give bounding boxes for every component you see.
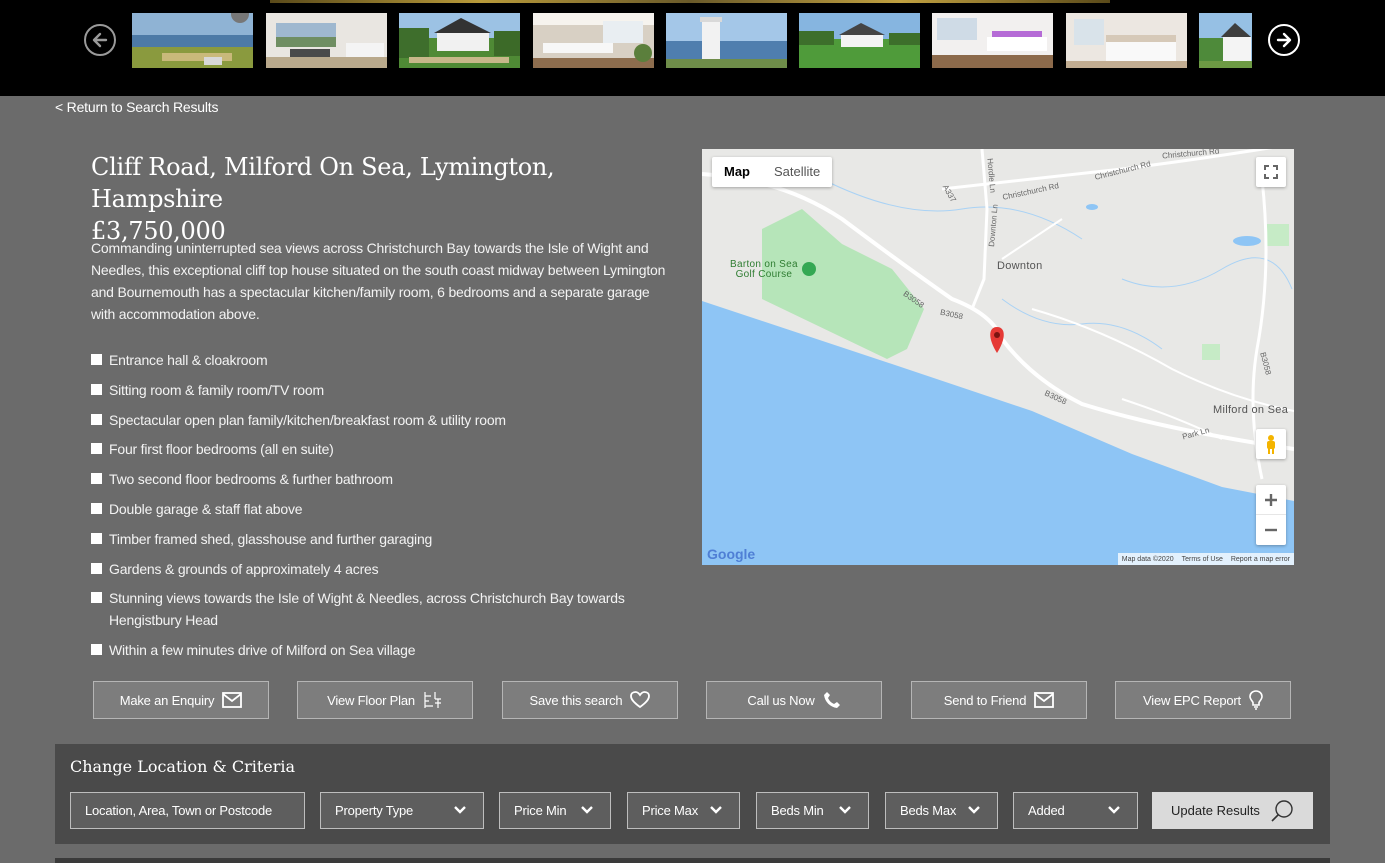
beds-max-select[interactable]: Beds Max <box>885 792 998 829</box>
added-select[interactable]: Added <box>1013 792 1138 829</box>
bullet-square-icon <box>91 383 102 395</box>
zoom-in-button[interactable] <box>1256 485 1286 515</box>
list-item: Stunning views towards the Isle of Wight… <box>91 587 651 631</box>
list-item: Entrance hall & cloakroom <box>91 349 651 371</box>
thumb-kitchen[interactable] <box>533 13 654 68</box>
heart-icon <box>630 691 651 709</box>
chevron-down-icon <box>454 806 466 814</box>
price-min-select[interactable]: Price Min <box>499 792 611 829</box>
chevron-down-icon <box>1108 806 1120 814</box>
arrow-right-circle-icon <box>1276 32 1292 48</box>
back-link-text[interactable]: Search Results <box>126 99 218 115</box>
view-floor-plan-button[interactable]: View Floor Plan <box>297 681 473 719</box>
thumb-chimney-sea[interactable] <box>666 13 787 68</box>
envelope-icon <box>1034 692 1055 708</box>
bullet-square-icon <box>91 443 102 455</box>
bullet-square-icon <box>91 562 102 574</box>
chevron-down-icon <box>839 806 851 814</box>
zoom-out-button[interactable] <box>1256 515 1286 545</box>
thumb-house-side[interactable] <box>1199 13 1252 68</box>
property-type-select[interactable]: Property Type <box>320 792 484 829</box>
view-epc-report-button[interactable]: View EPC Report <box>1115 681 1291 719</box>
save-search-button[interactable]: Save this search <box>502 681 678 719</box>
location-map[interactable]: Map Satellite Downton Milford on Sea Bar… <box>702 149 1294 565</box>
chevron-down-icon <box>968 806 980 814</box>
map-label-golf-course: Barton on Sea Golf Course <box>730 259 798 280</box>
location-input[interactable]: Location, Area, Town or Postcode <box>70 792 305 829</box>
chevron-down-icon <box>710 806 722 814</box>
beds-min-select[interactable]: Beds Min <box>756 792 869 829</box>
property-heading: Cliff Road, Milford On Sea, Lymington, H… <box>91 151 691 247</box>
back-prefix: < Return to <box>55 99 127 115</box>
list-item: Timber framed shed, glasshouse and furth… <box>91 528 651 550</box>
lightbulb-icon <box>1249 690 1263 710</box>
fullscreen-icon <box>1264 165 1278 179</box>
feature-list: Entrance hall & cloakroom Sitting room &… <box>91 349 651 669</box>
list-item: Gardens & grounds of approximately 4 acr… <box>91 558 651 580</box>
search-icon <box>1271 799 1293 822</box>
bullet-square-icon <box>91 354 102 365</box>
search-criteria-panel: Change Location & Criteria Location, Are… <box>55 744 1330 844</box>
property-address: Cliff Road, Milford On Sea, Lymington, H… <box>91 153 555 213</box>
action-buttons: Make an Enquiry View Floor Plan Save thi… <box>93 681 1293 719</box>
map-label-downton: Downton <box>997 260 1043 272</box>
thumbnail-row <box>132 13 1252 68</box>
bullet-square-icon <box>91 644 102 656</box>
property-description: Commanding uninterrupted sea views acros… <box>91 240 666 322</box>
list-item: Double garage & staff flat above <box>91 498 651 520</box>
map-data-credit: Map data ©2020 <box>1121 555 1174 563</box>
floor-plan-icon <box>424 692 441 708</box>
thumb-kitchen-purple[interactable] <box>932 13 1053 68</box>
fullscreen-button[interactable] <box>1256 157 1286 187</box>
chevron-down-icon <box>581 806 593 814</box>
make-enquiry-button[interactable]: Make an Enquiry <box>93 681 269 719</box>
update-results-button[interactable]: Update Results <box>1152 792 1313 829</box>
thumb-garden-house[interactable] <box>799 13 920 68</box>
minus-icon <box>1265 528 1277 532</box>
criteria-heading: Change Location & Criteria <box>70 757 296 776</box>
bullet-square-icon <box>91 413 102 425</box>
thumb-sea-view[interactable] <box>132 13 253 68</box>
street-view-pegman[interactable] <box>1256 429 1286 459</box>
map-attribution-bar: Map data ©2020 Terms of Use Report a map… <box>1117 553 1294 565</box>
map-type-toggle: Map Satellite <box>712 157 833 187</box>
gallery-prev-button[interactable] <box>84 24 116 56</box>
envelope-icon <box>222 692 243 708</box>
pegman-icon <box>1267 435 1275 454</box>
google-logo: Google <box>707 546 756 562</box>
terms-of-use-link[interactable]: Terms of Use <box>1182 556 1223 563</box>
gallery-next-button[interactable] <box>1268 24 1300 56</box>
list-item: Within a few minutes drive of Milford on… <box>91 639 651 661</box>
list-item: Sitting room & family room/TV room <box>91 379 651 401</box>
list-item: Spectacular open plan family/kitchen/bre… <box>91 409 651 431</box>
bullet-square-icon <box>91 473 102 485</box>
map-type-map-button[interactable]: Map <box>712 157 762 187</box>
phone-icon <box>823 692 840 708</box>
thumb-bedroom[interactable] <box>1066 13 1187 68</box>
map-type-satellite-button[interactable]: Satellite <box>762 157 832 187</box>
call-us-button[interactable]: Call us Now <box>706 681 882 719</box>
price-max-select[interactable]: Price Max <box>627 792 740 829</box>
plus-icon <box>1265 493 1277 506</box>
report-map-error-link[interactable]: Report a map error <box>1231 556 1290 563</box>
zoom-controls <box>1256 485 1286 545</box>
list-item: Two second floor bedrooms & further bath… <box>91 468 651 490</box>
bullet-square-icon <box>91 532 102 544</box>
bullet-square-icon <box>91 592 102 604</box>
list-item: Four first floor bedrooms (all en suite) <box>91 438 651 460</box>
thumb-house-exterior[interactable] <box>399 13 520 68</box>
send-to-friend-button[interactable]: Send to Friend <box>911 681 1087 719</box>
bullet-square-icon <box>91 502 102 514</box>
banner-accent <box>270 0 1110 3</box>
thumb-living-room[interactable] <box>266 13 387 68</box>
arrow-left-circle-icon <box>92 32 108 48</box>
photo-gallery-strip <box>0 0 1385 96</box>
footer-strip <box>55 858 1330 863</box>
return-to-search-link[interactable]: < Return to Search Results <box>55 99 218 115</box>
map-label-milford: Milford on Sea <box>1213 404 1289 416</box>
